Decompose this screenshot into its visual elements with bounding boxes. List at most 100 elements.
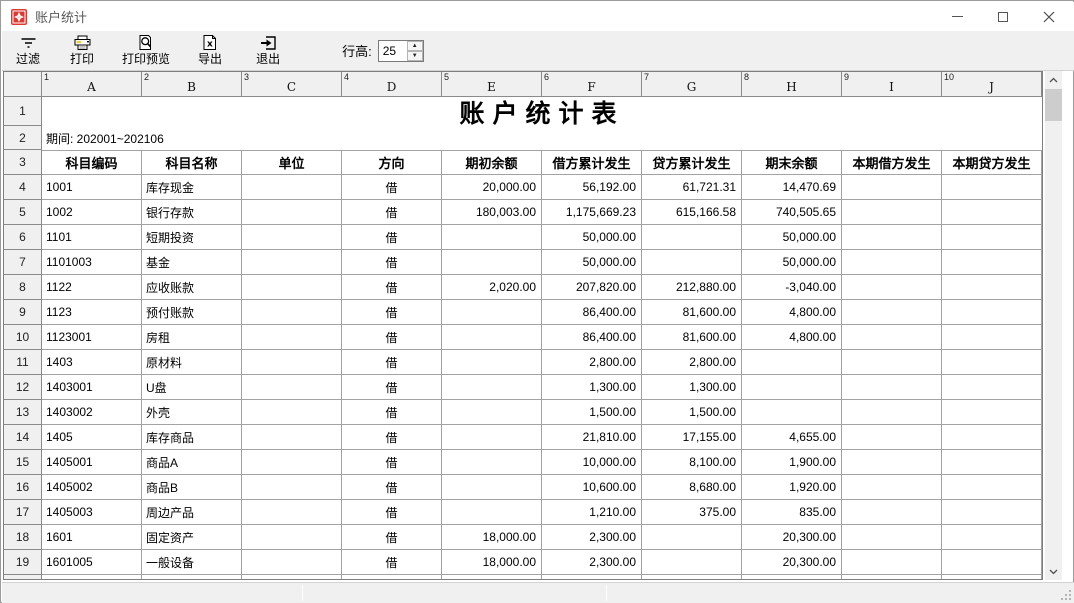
cell[interactable]: 借 [342,425,442,450]
cell[interactable] [842,175,942,200]
cell[interactable] [742,575,842,580]
cell[interactable]: 1,210.00 [542,500,642,525]
cell[interactable]: 借 [342,450,442,475]
cell[interactable]: -3,040.00 [742,275,842,300]
cell[interactable] [242,400,342,425]
cell[interactable] [942,450,1042,475]
scroll-down-button[interactable] [1045,563,1062,580]
cell[interactable] [442,475,542,500]
cell[interactable] [842,500,942,525]
cell[interactable] [942,425,1042,450]
cell[interactable]: U盘 [142,375,242,400]
cell[interactable] [642,250,742,275]
cell[interactable] [442,450,542,475]
cell[interactable]: 20,300.00 [742,525,842,550]
cell[interactable] [942,225,1042,250]
column-header-F[interactable]: 6F [542,72,642,97]
cell[interactable] [442,300,542,325]
cell[interactable] [442,425,542,450]
cell[interactable]: 18,000.00 [442,525,542,550]
column-header-I[interactable]: 9I [842,72,942,97]
cell[interactable]: 17,155.00 [642,425,742,450]
row-number[interactable]: 14 [4,425,42,450]
cell[interactable]: 借 [342,225,442,250]
cell[interactable] [442,375,542,400]
cell[interactable]: 借 [342,550,442,575]
close-button[interactable] [1026,2,1072,31]
cell[interactable]: 房租 [142,325,242,350]
cell[interactable] [842,250,942,275]
row-number[interactable]: 15 [4,450,42,475]
cell[interactable]: 原材料 [142,350,242,375]
cell[interactable] [842,350,942,375]
cell[interactable]: 短期投资 [142,225,242,250]
cell[interactable]: 借 [342,375,442,400]
print-preview-button[interactable]: 打印预览 [116,32,176,70]
cell[interactable] [242,225,342,250]
cell[interactable] [842,300,942,325]
print-button[interactable]: 打印 [64,32,100,70]
cell[interactable] [942,550,1042,575]
grid-corner-cell[interactable] [4,72,42,97]
column-header-E[interactable]: 5E [442,72,542,97]
cell[interactable] [942,175,1042,200]
cell[interactable]: 207,820.00 [542,275,642,300]
cell[interactable] [842,325,942,350]
cell[interactable]: 1101003 [42,250,142,275]
cell[interactable] [942,375,1042,400]
cell[interactable] [842,275,942,300]
header-cell[interactable]: 单位 [242,150,342,175]
row-number[interactable]: 6 [4,225,42,250]
cell[interactable]: 借 [342,350,442,375]
cell[interactable]: 借 [342,475,442,500]
row-number[interactable]: 3 [4,150,42,175]
row-height-value[interactable]: 25 [379,41,407,61]
cell[interactable]: 1,500.00 [542,400,642,425]
cell[interactable]: 50,000.00 [742,225,842,250]
cell[interactable] [242,250,342,275]
cell[interactable]: 1122 [42,275,142,300]
cell[interactable] [442,225,542,250]
cell[interactable]: 20,300.00 [742,550,842,575]
spin-down-button[interactable]: ▼ [407,51,423,61]
cell[interactable]: 1403 [42,350,142,375]
cell[interactable] [842,375,942,400]
cell[interactable] [742,375,842,400]
cell[interactable]: 1,920.00 [742,475,842,500]
cell[interactable]: 50,000.00 [542,225,642,250]
row-number[interactable]: 1 [4,97,42,126]
row-height-spinner[interactable]: 25 ▲ ▼ [378,40,424,62]
cell[interactable]: 借 [342,300,442,325]
header-cell[interactable]: 本期借方发生 [842,150,942,175]
header-cell[interactable]: 贷方累计发生 [642,150,742,175]
export-button[interactable]: x 导出 [192,32,228,70]
cell[interactable]: 周边产品 [142,500,242,525]
cell[interactable] [942,525,1042,550]
cell[interactable]: 615,166.58 [642,200,742,225]
cell[interactable]: 212,880.00 [642,275,742,300]
cell[interactable] [842,575,942,580]
cell[interactable]: 81,600.00 [642,300,742,325]
merged-title-cell[interactable]: 账户统计表 [42,97,1042,126]
cell[interactable]: 20,000.00 [442,175,542,200]
cell[interactable] [442,400,542,425]
cell[interactable]: 4,800.00 [742,300,842,325]
cell[interactable] [842,525,942,550]
cell[interactable]: 基金 [142,250,242,275]
header-cell[interactable]: 借方累计发生 [542,150,642,175]
cell[interactable]: 1001 [42,175,142,200]
cell[interactable]: 借 [342,500,442,525]
cell[interactable] [242,350,342,375]
cell[interactable] [942,325,1042,350]
cell[interactable]: 一般设备 [142,550,242,575]
cell[interactable] [242,300,342,325]
cell[interactable] [942,200,1042,225]
cell[interactable]: 740,505.65 [742,200,842,225]
cell[interactable]: 2,300.00 [542,525,642,550]
column-header-J[interactable]: 10J [942,72,1042,97]
cell[interactable] [242,375,342,400]
cell[interactable] [942,350,1042,375]
cell[interactable] [942,575,1042,580]
row-number[interactable]: 12 [4,375,42,400]
cell[interactable]: 86,400.00 [542,300,642,325]
